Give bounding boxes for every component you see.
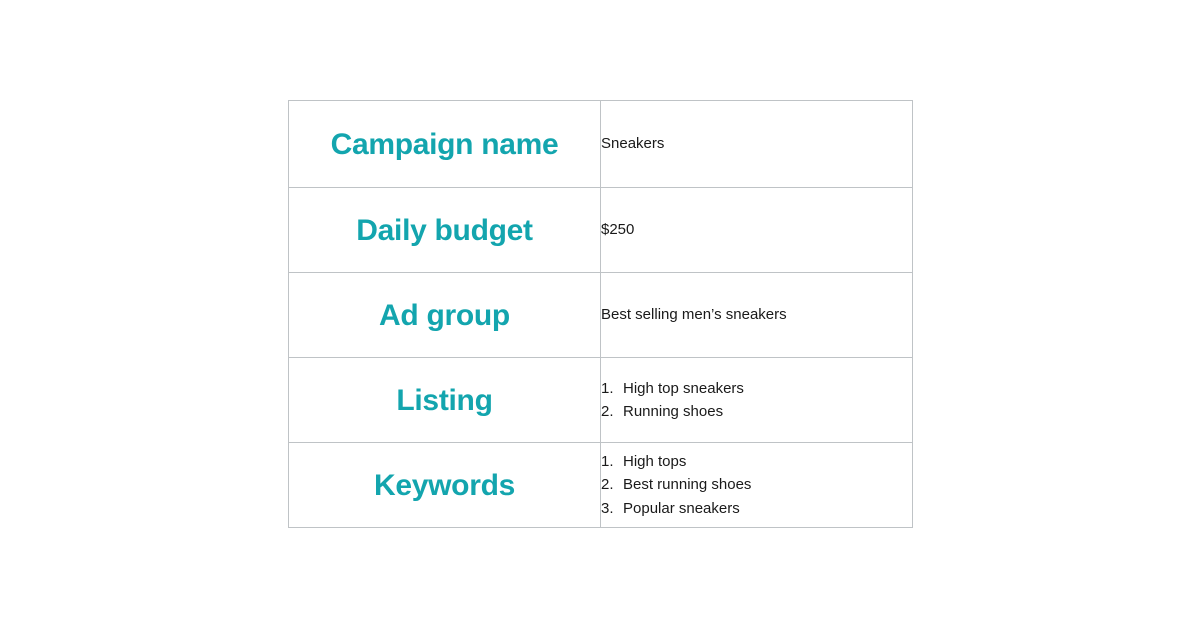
table-row: Keywords 1. High tops 2. Best running sh… (288, 442, 913, 528)
table-row: Daily budget $250 (288, 187, 913, 273)
list-item-number: 1. (601, 379, 614, 397)
list-item: 2. Running shoes (601, 400, 912, 423)
table-row: Campaign name Sneakers (288, 100, 913, 188)
row-value-ad-group: Best selling men’s sneakers (600, 272, 913, 358)
row-label-listing: Listing (288, 357, 601, 443)
list-item-label: High top sneakers (623, 379, 744, 397)
list-item: 3. Popular sneakers (601, 497, 912, 520)
campaign-settings-table: Campaign name Sneakers Daily budget $250… (288, 100, 913, 528)
list-item: 1. High tops (601, 450, 912, 473)
row-value-campaign-name: Sneakers (600, 100, 913, 188)
keywords-list: 1. High tops 2. Best running shoes 3. Po… (601, 450, 912, 520)
list-item: 2. Best running shoes (601, 473, 912, 496)
row-label-campaign-name: Campaign name (288, 100, 601, 188)
table-row: Ad group Best selling men’s sneakers (288, 272, 913, 358)
list-item-label: Best running shoes (623, 476, 752, 494)
list-item-number: 1. (601, 453, 614, 471)
listing-list: 1. High top sneakers 2. Running shoes (601, 377, 912, 424)
list-item-label: High tops (623, 453, 687, 471)
list-item-number: 2. (601, 403, 614, 420)
list-item-number: 2. (601, 476, 614, 494)
page-canvas: Campaign name Sneakers Daily budget $250… (0, 0, 1200, 629)
row-label-daily-budget: Daily budget (288, 187, 601, 273)
row-value-daily-budget: $250 (600, 187, 913, 273)
row-value-listing: 1. High top sneakers 2. Running shoes (600, 357, 913, 443)
row-value-keywords: 1. High tops 2. Best running shoes 3. Po… (600, 442, 913, 528)
list-item-label: Popular sneakers (623, 499, 740, 517)
list-item: 1. High top sneakers (601, 377, 912, 400)
list-item-label: Running shoes (623, 403, 724, 420)
row-label-ad-group: Ad group (288, 272, 601, 358)
row-label-keywords: Keywords (288, 442, 601, 528)
list-item-number: 3. (601, 499, 614, 517)
table-row: Listing 1. High top sneakers 2. Running … (288, 357, 913, 443)
